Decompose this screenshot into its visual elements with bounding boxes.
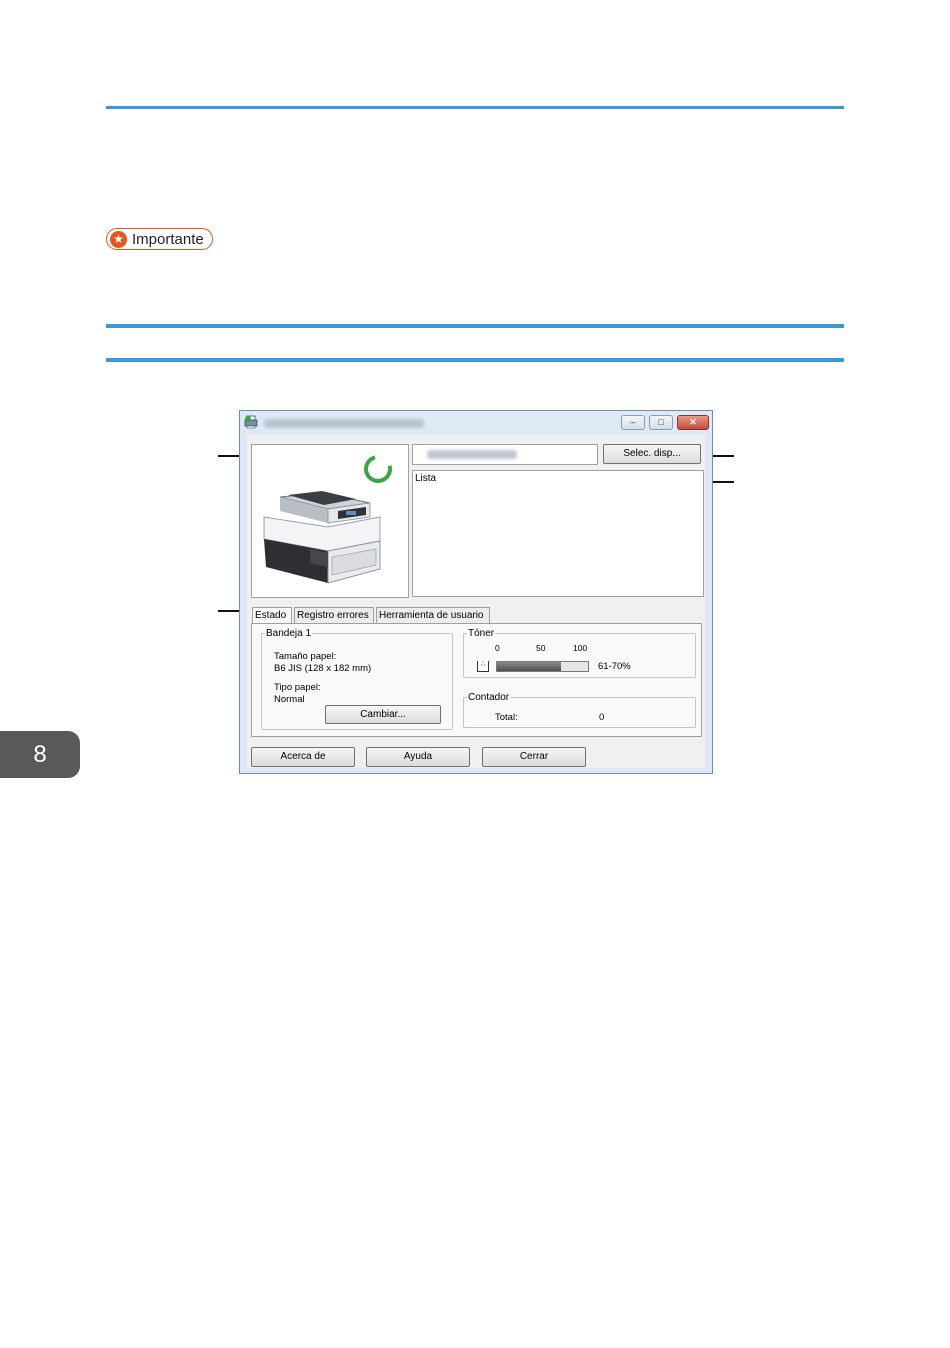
toner-legend: Tóner bbox=[468, 628, 495, 639]
toner-level-fill bbox=[497, 662, 561, 671]
paper-type-label: Tipo papel: bbox=[274, 682, 321, 693]
star-icon: ★ bbox=[110, 230, 127, 248]
device-name-field bbox=[412, 444, 598, 465]
paper-size-value: B6 JIS (128 x 182 mm) bbox=[274, 663, 372, 674]
counter-legend: Contador bbox=[468, 692, 510, 703]
select-device-button[interactable]: Selec. disp... bbox=[603, 444, 701, 464]
printer-status-icon bbox=[244, 415, 258, 429]
chapter-number: 8 bbox=[33, 740, 47, 768]
counter-group: Contador Total: 0 bbox=[463, 692, 696, 728]
chapter-tab: 8 bbox=[0, 731, 80, 778]
paper-size-label: Tamaño papel: bbox=[274, 651, 337, 662]
toner-scale-0: 0 bbox=[495, 643, 500, 653]
window-title-obscured bbox=[264, 419, 424, 428]
counter-total-value: 0 bbox=[599, 712, 605, 723]
close-button[interactable]: ✕ bbox=[677, 415, 709, 430]
toner-group: Tóner 0 50 100 ∴ 61-70% bbox=[463, 628, 696, 678]
device-image-panel bbox=[251, 444, 409, 598]
about-button[interactable]: Acerca de bbox=[251, 747, 355, 767]
tray-group: Bandeja 1 Tamaño papel: B6 JIS (128 x 18… bbox=[261, 628, 453, 730]
status-message: Lista bbox=[415, 473, 437, 484]
tab-estado[interactable]: Estado bbox=[252, 607, 292, 624]
counter-total-label: Total: bbox=[495, 712, 518, 723]
section-rule-bottom bbox=[106, 358, 844, 362]
close-window-button[interactable]: Cerrar bbox=[482, 747, 586, 767]
toner-level-gauge bbox=[496, 661, 589, 672]
window-client-area: Selec. disp... Lista Estado Registro err… bbox=[247, 435, 705, 768]
status-message-box: Lista bbox=[412, 470, 704, 597]
toner-scale-50: 50 bbox=[536, 643, 546, 653]
tab-registro-errores[interactable]: Registro errores bbox=[294, 607, 374, 623]
tray-legend: Bandeja 1 bbox=[266, 628, 312, 639]
paper-type-value: Normal bbox=[274, 694, 305, 705]
tab-herramienta-usuario[interactable]: Herramienta de usuario bbox=[376, 607, 490, 623]
section-rule-top bbox=[106, 324, 844, 328]
estado-tab-panel: Bandeja 1 Tamaño papel: B6 JIS (128 x 18… bbox=[251, 623, 702, 737]
toner-level-text: 61-70% bbox=[598, 661, 631, 672]
window-titlebar[interactable]: – □ ✕ bbox=[240, 411, 712, 435]
toner-scale-100: 100 bbox=[573, 643, 588, 653]
important-label: Importante bbox=[132, 230, 204, 248]
important-notice-badge: ★ Importante bbox=[106, 228, 213, 250]
header-rule bbox=[106, 106, 844, 109]
change-tray-button[interactable]: Cambiar... bbox=[325, 705, 441, 724]
toner-cartridge-icon: ∴ bbox=[477, 661, 489, 672]
device-name-obscured bbox=[427, 450, 517, 459]
status-monitor-window: – □ ✕ Selec. disp... Lista Estado Regist… bbox=[239, 410, 713, 774]
help-button[interactable]: Ayuda bbox=[366, 747, 470, 767]
minimize-button[interactable]: – bbox=[621, 415, 645, 430]
maximize-button[interactable]: □ bbox=[649, 415, 673, 430]
